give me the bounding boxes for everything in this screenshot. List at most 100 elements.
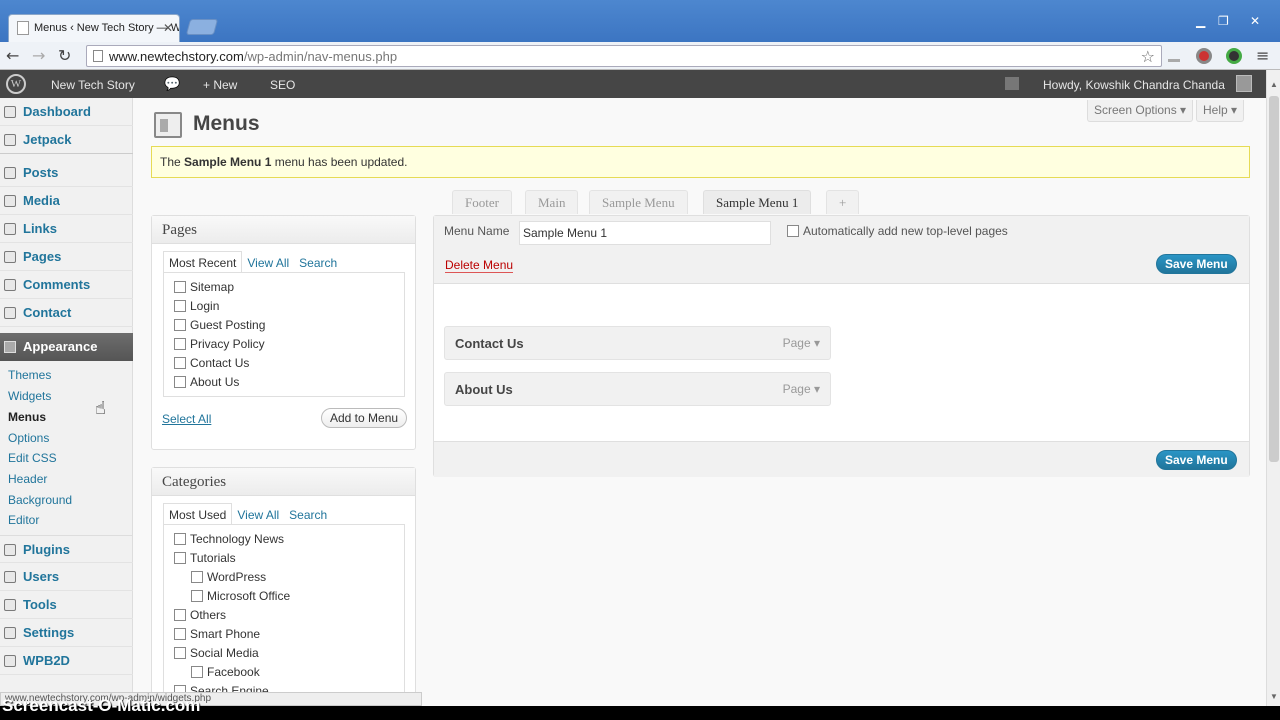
checkbox[interactable] [174, 609, 186, 621]
menu-item-type[interactable]: Page ▾ [783, 336, 820, 350]
category-checkbox[interactable]: Facebook [191, 665, 260, 679]
menu-item-type[interactable]: Page ▾ [783, 382, 820, 396]
wrench-menu-icon[interactable]: ≡ [1256, 46, 1269, 65]
submenu-editor[interactable]: Editor [8, 513, 39, 527]
category-checkbox[interactable]: Social Media [174, 646, 259, 660]
checkbox[interactable] [191, 571, 203, 583]
checkbox[interactable] [174, 319, 186, 331]
comments-icon[interactable]: 💬 [164, 76, 180, 92]
tab-search[interactable]: Search [284, 504, 332, 526]
scrollbar-thumb[interactable] [1269, 96, 1279, 462]
add-to-menu-button[interactable]: Add to Menu [321, 408, 408, 428]
sidebar-item-pages[interactable]: Pages [0, 243, 133, 271]
submenu-themes[interactable]: Themes [8, 368, 51, 382]
help-button[interactable]: Help ▾ [1196, 100, 1245, 122]
tab-most-recent[interactable]: Most Recent [163, 251, 243, 274]
tab-view-all[interactable]: View All [242, 252, 294, 274]
checkbox[interactable] [174, 357, 186, 369]
pages-box-title[interactable]: Pages [152, 216, 415, 244]
select-all-link[interactable]: Select All [162, 412, 211, 426]
forward-icon[interactable]: → [32, 46, 45, 65]
menu-tab-sample-menu-1[interactable]: Sample Menu 1 [703, 190, 812, 214]
screen-options-button[interactable]: Screen Options ▾ [1087, 100, 1194, 122]
address-bar[interactable]: www.newtechstory.com/wp-admin/nav-menus.… [86, 45, 1162, 67]
sidebar-item-wpb2d[interactable]: WPB2D [0, 647, 133, 675]
page-checkbox-guest-posting[interactable]: Guest Posting [174, 318, 265, 332]
scroll-down-icon[interactable]: ▼ [1270, 692, 1278, 701]
menu-item-contact-us[interactable]: Contact Us Page ▾ [444, 326, 831, 360]
checkbox[interactable] [787, 225, 799, 237]
menu-tab-footer[interactable]: Footer [452, 190, 512, 214]
checkbox[interactable] [174, 628, 186, 640]
save-menu-button-top[interactable]: Save Menu [1156, 254, 1237, 274]
auto-add-pages-checkbox[interactable]: Automatically add new top-level pages [787, 224, 1008, 238]
category-checkbox[interactable]: Smart Phone [174, 627, 260, 641]
sidebar-item-links[interactable]: Links [0, 215, 133, 243]
checkbox[interactable] [174, 281, 186, 293]
sidebar-item-plugins[interactable]: Plugins [0, 535, 133, 563]
bookmark-star-icon[interactable]: ☆ [1141, 47, 1155, 67]
chevron-down-icon[interactable]: ▾ [814, 336, 820, 350]
howdy-user-link[interactable]: Howdy, Kowshik Chandra Chanda [1043, 78, 1225, 92]
tab-most-used[interactable]: Most Used [163, 503, 233, 526]
tab-view-all[interactable]: View All [232, 504, 284, 526]
sidebar-item-dashboard[interactable]: Dashboard [0, 98, 133, 126]
checkbox[interactable] [174, 338, 186, 350]
wordpress-logo-icon[interactable]: W [6, 74, 26, 94]
sidebar-item-jetpack[interactable]: Jetpack [0, 126, 133, 154]
sidebar-item-comments[interactable]: Comments [0, 271, 133, 299]
submenu-menus[interactable]: Menus [8, 410, 46, 424]
sidebar-item-tools[interactable]: Tools [0, 591, 133, 619]
sidebar-item-media[interactable]: Media [0, 187, 133, 215]
sidebar-item-settings[interactable]: Settings [0, 619, 133, 647]
seo-link[interactable]: SEO [270, 78, 295, 92]
site-name-link[interactable]: New Tech Story [51, 78, 135, 92]
page-checkbox-sitemap[interactable]: Sitemap [174, 280, 234, 294]
menu-name-input[interactable] [519, 221, 771, 245]
menu-tab-sample-menu[interactable]: Sample Menu [589, 190, 688, 214]
new-content-link[interactable]: + New [203, 78, 237, 92]
page-checkbox-privacy-policy[interactable]: Privacy Policy [174, 337, 265, 351]
new-tab-button[interactable] [185, 19, 219, 35]
checkbox[interactable] [174, 647, 186, 659]
page-checkbox-contact-us[interactable]: Contact Us [174, 356, 249, 370]
submenu-header[interactable]: Header [8, 472, 47, 486]
menu-item-about-us[interactable]: About Us Page ▾ [444, 372, 831, 406]
browser-tab[interactable]: Menus ‹ New Tech Story — W ✕ [8, 14, 180, 42]
sidebar-item-users[interactable]: Users [0, 563, 133, 591]
scroll-up-icon[interactable]: ▲ [1270, 80, 1278, 89]
save-menu-button-bottom[interactable]: Save Menu [1156, 450, 1237, 470]
chevron-down-icon[interactable]: ▾ [814, 382, 820, 396]
minimize-icon[interactable]: ▁ [1196, 14, 1205, 28]
page-scrollbar[interactable]: ▲ ▼ [1266, 70, 1280, 706]
checkbox[interactable] [174, 300, 186, 312]
checkbox[interactable] [174, 552, 186, 564]
submenu-widgets[interactable]: Widgets [8, 389, 51, 403]
submenu-background[interactable]: Background [8, 493, 72, 507]
back-icon[interactable]: ← [6, 46, 19, 65]
submenu-edit-css[interactable]: Edit CSS [8, 451, 57, 465]
category-checkbox[interactable]: Tutorials [174, 551, 236, 565]
category-checkbox[interactable]: WordPress [191, 570, 266, 584]
avatar[interactable] [1236, 75, 1252, 92]
tab-close-icon[interactable]: ✕ [163, 21, 173, 35]
checkbox[interactable] [191, 666, 203, 678]
category-checkbox[interactable]: Technology News [174, 532, 284, 546]
sidebar-item-appearance[interactable]: Appearance [0, 333, 141, 361]
window-close-icon[interactable]: ✕ [1250, 14, 1260, 28]
extension-circle-icon[interactable] [1226, 48, 1242, 64]
menu-tab-main[interactable]: Main [525, 190, 579, 214]
maximize-icon[interactable]: ❐ [1218, 14, 1229, 28]
tab-search[interactable]: Search [294, 252, 342, 274]
checkbox[interactable] [174, 533, 186, 545]
submenu-options[interactable]: Options [8, 431, 49, 445]
category-checkbox[interactable]: Microsoft Office [191, 589, 290, 603]
page-checkbox-about-us[interactable]: About Us [174, 375, 239, 389]
categories-box-title[interactable]: Categories [152, 468, 415, 496]
checkbox[interactable] [174, 376, 186, 388]
notification-icon[interactable] [1005, 77, 1019, 90]
sidebar-item-posts[interactable]: Posts [0, 159, 133, 187]
add-menu-tab[interactable]: + [826, 190, 860, 214]
signal-icon[interactable] [1168, 50, 1180, 62]
category-checkbox[interactable]: Others [174, 608, 226, 622]
